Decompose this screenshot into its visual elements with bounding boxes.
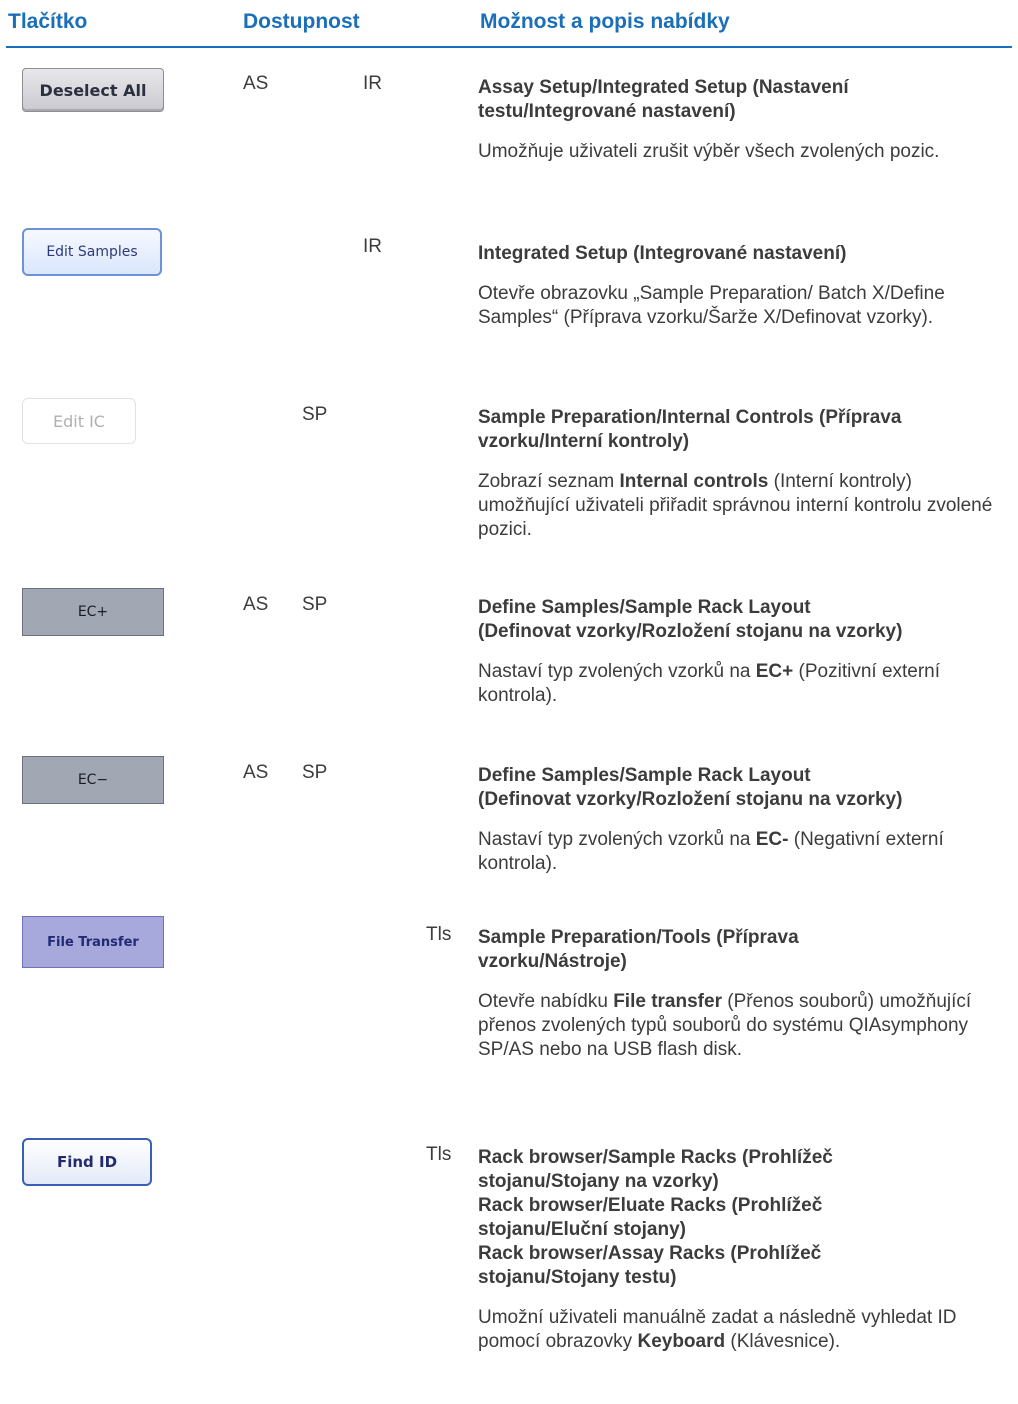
option-description: Umožňuje uživateli zrušit výběr všech zv… xyxy=(478,141,940,162)
header-button-column: Tlačítko xyxy=(8,10,88,33)
availability-tls: Tls xyxy=(426,924,452,945)
availability-sp: SP xyxy=(302,404,328,425)
availability-as: AS xyxy=(243,594,269,615)
option-title: Sample Preparation/Tools (Příprava vzork… xyxy=(478,927,799,972)
availability-as: AS xyxy=(243,762,269,783)
availability-sp: SP xyxy=(302,594,328,615)
option-title: Define Samples/Sample Rack Layout (Defin… xyxy=(478,765,903,810)
option-title: Integrated Setup (Integrované nastavení) xyxy=(478,243,847,264)
option-description: Otevře nabídku File transfer (Přenos sou… xyxy=(478,991,972,1060)
edit-samples-button[interactable]: Edit Samples xyxy=(22,228,162,276)
option-description: Nastaví typ zvolených vzorků na EC+ (Poz… xyxy=(478,661,941,706)
option-description: Zobrazí seznam Internal controls (Intern… xyxy=(478,471,993,540)
option-title: Define Samples/Sample Rack Layout (Defin… xyxy=(478,597,903,642)
option-title: Sample Preparation/Internal Controls (Př… xyxy=(478,407,902,452)
find-id-button[interactable]: Find ID xyxy=(22,1138,152,1186)
row-option: Sample Preparation/Internal Controls (Př… xyxy=(478,406,1008,542)
file-transfer-button[interactable]: File Transfer xyxy=(22,916,164,968)
header-availability-column: Dostupnost xyxy=(243,10,360,33)
row-option: Sample Preparation/Tools (Příprava vzork… xyxy=(478,926,1008,1062)
deselect-all-button[interactable]: Deselect All xyxy=(22,68,164,112)
row-option: Assay Setup/Integrated Setup (Nastavení … xyxy=(478,76,1008,164)
row-option: Define Samples/Sample Rack Layout (Defin… xyxy=(478,596,1008,708)
availability-sp: SP xyxy=(302,762,328,783)
availability-ir: IR xyxy=(363,73,382,94)
header-description-column: Možnost a popis nabídky xyxy=(480,10,730,33)
header-divider xyxy=(6,46,1012,48)
option-title: Assay Setup/Integrated Setup (Nastavení … xyxy=(478,77,849,122)
table-header: Tlačítko Dostupnost Možnost a popis nabí… xyxy=(0,0,1018,46)
option-description: Nastaví typ zvolených vzorků na EC- (Neg… xyxy=(478,829,944,874)
row-option: Rack browser/Sample Racks (Prohlížeč sto… xyxy=(478,1146,1008,1354)
availability-ir: IR xyxy=(363,236,382,257)
edit-ic-button[interactable]: Edit IC xyxy=(22,398,136,444)
availability-as: AS xyxy=(243,73,269,94)
ec-plus-button[interactable]: EC+ xyxy=(22,588,164,636)
ec-minus-button[interactable]: EC− xyxy=(22,756,164,804)
option-description: Umožní uživateli manuálně zadat a násled… xyxy=(478,1307,957,1352)
row-option: Integrated Setup (Integrované nastavení)… xyxy=(478,242,1008,330)
option-description: Otevře obrazovku „Sample Preparation/ Ba… xyxy=(478,283,945,328)
row-option: Define Samples/Sample Rack Layout (Defin… xyxy=(478,764,1008,876)
option-title: Rack browser/Sample Racks (Prohlížeč sto… xyxy=(478,1147,833,1288)
availability-tls: Tls xyxy=(426,1144,452,1165)
